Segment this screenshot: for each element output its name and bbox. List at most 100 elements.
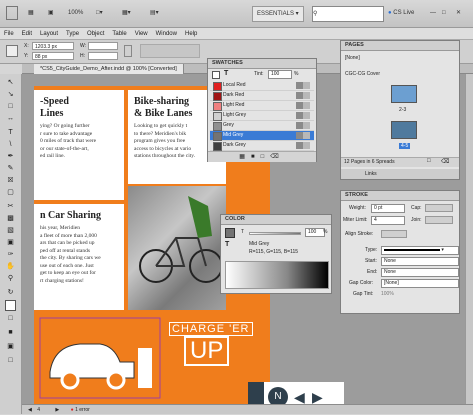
free-transform-tool-icon[interactable]: ▩ (5, 214, 16, 223)
vertical-scrollbar[interactable] (465, 74, 473, 404)
rectangle-frame-tool-icon[interactable]: ☒ (5, 176, 16, 185)
direct-selection-tool-icon[interactable]: ↘ (5, 90, 16, 99)
swatch-row[interactable]: Light Red (210, 101, 314, 111)
pages-master-item[interactable]: CGC-CG Cover (345, 71, 380, 77)
page-number-field[interactable]: 4 (37, 407, 40, 413)
join-buttons[interactable] (425, 216, 453, 224)
br-logo-icon[interactable] (6, 6, 18, 20)
menu-type[interactable]: Type (62, 28, 83, 40)
miter-limit-field[interactable]: 4 (371, 216, 405, 225)
color-fill-swatch[interactable] (225, 228, 235, 238)
zoom-tool-icon[interactable]: ⚲ (5, 274, 16, 283)
text-frame-car-sharing[interactable]: n Car Sharing his year, Meridien a fleet… (34, 204, 124, 310)
zoom-level[interactable]: 100% (68, 6, 83, 20)
text-frame-high-speed[interactable]: -Speed Lines ying? Or going further r su… (34, 90, 124, 200)
view-options-icon[interactable]: □▾ (96, 6, 103, 20)
scissors-tool-icon[interactable]: ✂ (5, 202, 16, 211)
document-tab[interactable]: *CS5_CityGuide_Demo_After.indd @ 100% [C… (34, 64, 184, 74)
links-tab[interactable]: Links (341, 169, 459, 179)
stroke-weight-field[interactable]: 0 pt (371, 204, 405, 213)
pages-none-item[interactable]: [None] (345, 55, 360, 61)
line-tool-icon[interactable]: \ (5, 140, 16, 149)
cap-buttons[interactable] (425, 204, 453, 212)
stroke-start-select[interactable]: None (381, 257, 459, 266)
align-stroke-buttons[interactable] (381, 230, 407, 238)
arrange-documents-icon[interactable]: ▤▾ (150, 6, 159, 20)
high-speed-body: ying? Or going further r sure to take ad… (40, 123, 97, 159)
swatch-row-selected[interactable]: Mid Grey (210, 131, 314, 141)
x-field[interactable]: 1203.3 px (32, 42, 74, 50)
swatch-text-icon[interactable]: T (224, 70, 228, 77)
color-text-icon[interactable]: T (225, 241, 229, 248)
new-color-group-icon[interactable]: ■ (251, 154, 261, 160)
menu-window[interactable]: Window (152, 28, 181, 40)
application-bar: ▦ ▣ 100% □▾ ▦▾ ▤▾ ESSENTIALS ▾ ⚲ ● CS Li… (0, 0, 473, 28)
selection-tool-icon[interactable]: ↖ (5, 78, 16, 87)
new-swatch-icon[interactable]: □ (261, 154, 271, 160)
color-ramp[interactable] (225, 261, 329, 289)
bridge-icon[interactable]: ▦ (28, 6, 34, 20)
menu-layout[interactable]: Layout (36, 28, 62, 40)
color-tint-slider[interactable] (249, 232, 301, 235)
constrain-proportions-icon[interactable] (124, 45, 132, 57)
search-input[interactable]: ⚲ (312, 6, 384, 22)
minimize-button[interactable]: — (430, 6, 436, 20)
swatch-row[interactable]: Dark Grey (210, 141, 314, 151)
note-tool-icon[interactable]: ▣ (5, 238, 16, 247)
reference-point-icon[interactable] (6, 45, 18, 57)
cs-live-button[interactable]: ● CS Live (388, 6, 414, 20)
workspace-switcher[interactable]: ESSENTIALS ▾ (252, 6, 304, 22)
close-button[interactable]: ✕ (456, 6, 461, 20)
maximize-button[interactable]: □ (442, 6, 446, 20)
normal-view-icon[interactable]: ▣ (5, 342, 16, 351)
formatting-container-icon[interactable]: □ (5, 314, 16, 323)
new-page-icon[interactable]: □ (427, 158, 431, 164)
show-all-swatches-icon[interactable]: ▦ (239, 154, 251, 160)
menu-table[interactable]: Table (108, 28, 130, 40)
menu-view[interactable]: View (131, 28, 152, 40)
next-page-icon[interactable]: ▶ (55, 407, 59, 413)
stroke-type-select[interactable]: ▾ (381, 246, 459, 255)
hand-tool-icon[interactable]: ✋ (5, 262, 16, 271)
menu-object[interactable]: Object (83, 28, 108, 40)
preflight-status[interactable]: 1 error (75, 407, 90, 413)
menu-file[interactable]: File (0, 28, 18, 40)
menu-help[interactable]: Help (181, 28, 201, 40)
mini-bridge-icon[interactable]: ▣ (48, 6, 54, 20)
gradient-tool-icon[interactable]: ▧ (5, 226, 16, 235)
spread-thumbnail-4-5[interactable] (391, 121, 417, 139)
y-field[interactable]: 88 px (32, 52, 74, 60)
transform-controls[interactable] (140, 44, 200, 58)
swatches-footer: ▦■□⌫ (208, 151, 316, 162)
screen-mode-icon[interactable]: ▦▾ (122, 6, 131, 20)
spread-thumbnail-2-3[interactable] (391, 85, 417, 103)
swatch-row[interactable]: Grey (210, 121, 314, 131)
w-field[interactable] (88, 42, 118, 50)
swatch-fill-icon[interactable] (212, 71, 220, 79)
preview-mode-icon[interactable]: □ (5, 356, 16, 365)
first-page-icon[interactable]: ◀ (28, 407, 32, 413)
menu-edit[interactable]: Edit (18, 28, 36, 40)
apply-color-icon[interactable]: ■ (5, 328, 16, 337)
eyedropper-tool-icon[interactable]: ✑ (5, 250, 16, 259)
swatch-row[interactable]: Local Red (210, 81, 314, 91)
swatches-tint-field[interactable]: 100 (268, 70, 292, 79)
up-text: UP (184, 336, 230, 366)
swatch-row[interactable]: Dark Red (210, 91, 314, 101)
bike-photo[interactable] (128, 186, 226, 310)
rectangle-tool-icon[interactable]: ▢ (5, 188, 16, 197)
gap-color-select[interactable]: [None] (381, 279, 459, 288)
pencil-tool-icon[interactable]: ✎ (5, 164, 16, 173)
gap-tool-icon[interactable]: ↔ (5, 114, 16, 123)
color-tint-field[interactable]: 100 (305, 228, 325, 237)
delete-swatch-icon[interactable]: ⌫ (270, 154, 284, 160)
page-tool-icon[interactable]: □ (5, 102, 16, 111)
fill-swatch-icon[interactable] (5, 300, 16, 311)
swatch-row[interactable]: Light Grey (210, 111, 314, 121)
pen-tool-icon[interactable]: ✒ (5, 152, 16, 161)
swap-fill-stroke-icon[interactable]: ↻ (5, 288, 16, 297)
type-tool-icon[interactable]: T (5, 128, 16, 137)
h-field[interactable] (88, 52, 118, 60)
delete-page-icon[interactable]: ⌫ (441, 158, 449, 165)
stroke-end-select[interactable]: None (381, 268, 459, 277)
